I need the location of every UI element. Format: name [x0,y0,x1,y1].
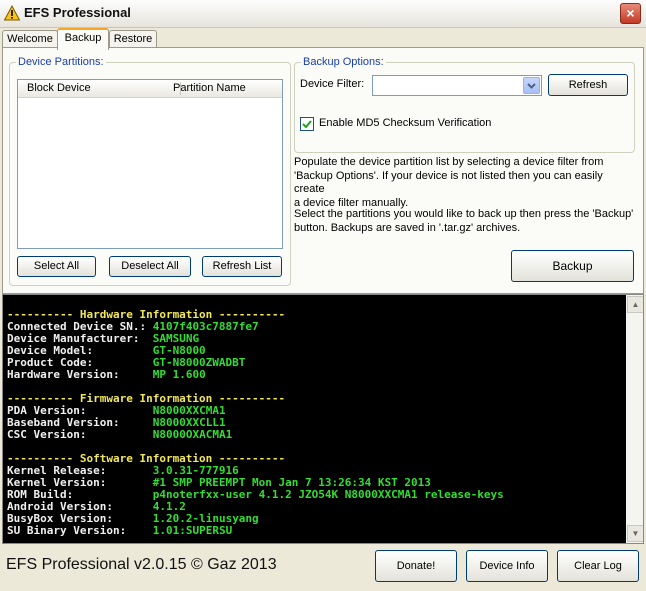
log-row: CSC Version: N8000OXACMA1 [7,429,504,441]
tab-restore[interactable]: Restore [109,30,157,48]
chevron-down-icon [527,83,536,89]
backup-options-label: Backup Options: [301,56,386,68]
md5-checkbox-label[interactable]: Enable MD5 Checksum Verification [319,117,491,129]
log-key: CSC Version: [7,428,87,441]
partition-list-header: Block Device Partition Name [18,80,282,98]
device-info-button[interactable]: Device Info [466,550,548,582]
device-filter-label: Device Filter: [300,78,365,90]
close-icon: × [626,5,635,21]
md5-checkbox[interactable] [300,117,314,131]
chevron-down-icon: ▼ [631,529,640,538]
deselect-all-button[interactable]: Deselect All [109,256,191,277]
log-row: SU Binary Version: 1.01:SUPERSU [7,525,504,537]
refresh-list-button[interactable]: Refresh List [202,256,282,277]
window-title: EFS Professional [24,5,131,20]
info-line: 'Backup Options'. If your device is not … [294,169,603,196]
info-paragraph-select: Select the partitions you would like to … [294,208,634,235]
scroll-down-button[interactable]: ▼ [627,525,643,542]
column-block-device[interactable]: Block Device [27,82,91,94]
log-text: ---------- Hardware Information --------… [7,297,504,543]
info-line: Select the partitions you would like to … [294,208,634,220]
warning-icon [4,5,20,21]
log-scrollbar[interactable]: ▲ ▼ [626,295,643,543]
info-paragraph-populate: Populate the device partition list by se… [294,156,634,210]
scroll-up-button[interactable]: ▲ [627,296,643,313]
close-button[interactable]: × [620,3,641,24]
tab-welcome[interactable]: Welcome [2,30,58,48]
info-line: Populate the device partition list by se… [294,156,604,168]
log-key: SU Binary Version: [7,524,127,537]
chevron-up-icon: ▲ [631,300,640,309]
log-value: MP 1.600 [152,368,206,381]
refresh-button[interactable]: Refresh [548,74,628,96]
log-value: 1.01:SUPERSU [152,524,233,537]
column-partition-name[interactable]: Partition Name [173,82,246,94]
device-partitions-label: Device Partitions: [16,56,106,68]
log-key: Hardware Version: [7,368,120,381]
log-console[interactable]: ---------- Hardware Information --------… [2,294,644,544]
title-bar: EFS Professional × [0,0,646,28]
dropdown-button[interactable] [523,77,540,94]
clear-log-button[interactable]: Clear Log [557,550,639,582]
log-row: Hardware Version: MP 1.600 [7,369,504,381]
select-all-button[interactable]: Select All [17,256,96,277]
backup-button[interactable]: Backup [511,250,634,282]
donate-button[interactable]: Donate! [375,550,457,582]
device-filter-select[interactable] [372,75,542,96]
log-value: N8000OXACMA1 [152,428,233,441]
info-line: button. Backups are saved in '.tar.gz' a… [294,221,521,234]
checkmark-icon [302,120,312,129]
log-value: p4noterfxx-user 4.1.2 JZO54K N8000XXCMA1… [152,488,504,501]
app-version-label: EFS Professional v2.0.15 © Gaz 2013 [6,556,277,573]
tab-backup[interactable]: Backup [57,28,109,50]
partition-list[interactable]: Block Device Partition Name [17,79,283,249]
